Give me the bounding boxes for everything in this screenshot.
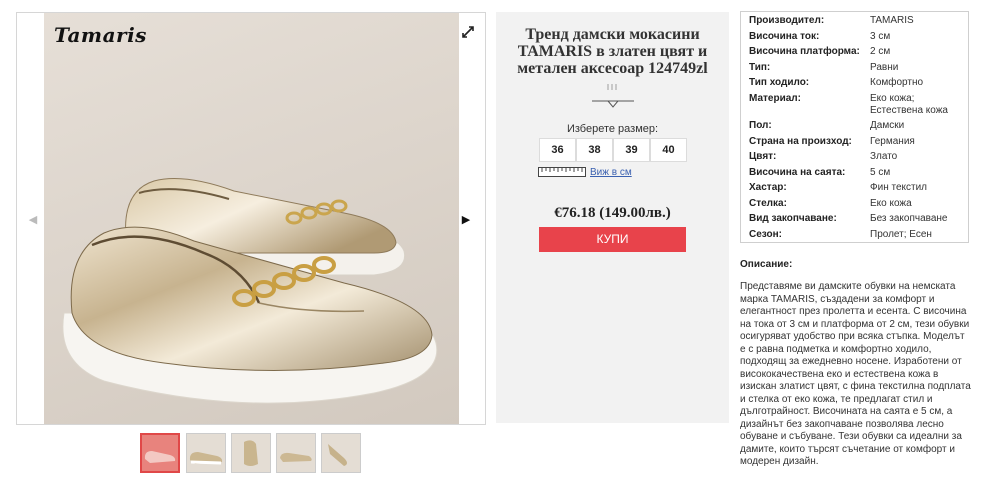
size-chart-link[interactable]: Виж в см <box>590 167 632 178</box>
spec-key: Хастар: <box>749 182 787 193</box>
spec-key: Страна на произход: <box>749 135 852 147</box>
arrow-right-icon[interactable]: ▶ <box>459 213 473 227</box>
spec-value: Германия <box>870 135 915 147</box>
thumbnail-4[interactable] <box>276 433 316 473</box>
brand-logo: Tamaris <box>54 23 147 47</box>
spec-value: Фин текстил <box>870 182 928 193</box>
spec-key: Производител: <box>749 15 825 26</box>
expand-icon[interactable] <box>461 25 475 39</box>
spec-key: Вид закопчаване: <box>749 213 837 224</box>
shoe-illustration <box>62 178 438 404</box>
product-panel: Тренд дамски мокасини TAMARIS в златен ц… <box>496 12 729 423</box>
size-select-label: Изберете размер: <box>566 123 659 135</box>
size-option-38[interactable]: 38 <box>576 138 613 162</box>
spec-key: Сезон: <box>749 228 782 240</box>
spec-value: Злато <box>870 151 898 162</box>
spec-value: 5 см <box>870 166 891 178</box>
spec-value: Еко кожа <box>870 197 912 209</box>
product-title: Тренд дамски мокасини TAMARIS в златен ц… <box>517 26 708 77</box>
spec-value: Пролет; Есен <box>870 228 932 240</box>
spec-key: Височина ток: <box>749 30 820 42</box>
spec-key: Тип: <box>749 61 771 73</box>
arrow-left-icon[interactable]: ◀ <box>26 213 40 227</box>
buy-button[interactable]: КУПИ <box>539 227 686 252</box>
description-title: Описание: <box>740 259 793 270</box>
spec-key: Тип ходило: <box>749 77 810 88</box>
thumbnail-3[interactable] <box>231 433 271 473</box>
spec-key: Материал: <box>749 92 801 104</box>
thumbnail-1[interactable] <box>140 433 180 473</box>
spec-key: Стелка: <box>749 197 787 209</box>
specs-table: Производител: TAMARIS Височина ток: 3 см… <box>740 11 969 243</box>
thumbnail-5[interactable] <box>321 433 361 473</box>
spec-value: Дамски <box>870 120 905 131</box>
size-option-40[interactable]: 40 <box>650 138 687 162</box>
thumbnail-2[interactable] <box>186 433 226 473</box>
product-price: €76.18 (149.00лв.) <box>554 205 671 221</box>
spec-key: Височина на саята: <box>749 166 846 178</box>
spec-key: Височина платформа: <box>749 46 860 57</box>
size-option-36[interactable]: 36 <box>539 138 576 162</box>
main-product-image[interactable]: Tamaris ◀ ▶ <box>16 12 486 425</box>
ruler-icon <box>538 167 586 177</box>
spec-key: Цвят: <box>749 151 777 162</box>
spec-value: 2 см <box>870 46 891 57</box>
spec-value: Равни <box>870 61 899 73</box>
spec-value: Без закопчаване <box>870 213 948 224</box>
spec-value: Еко кожа; Естествена кожа <box>870 92 948 116</box>
ornament-divider-icon <box>592 100 634 108</box>
dots-divider-icon <box>607 84 617 90</box>
spec-key: Пол: <box>749 120 772 131</box>
gold-loafer-photo: Tamaris <box>44 13 459 424</box>
description-text: Представяме ви дамските обувки на немска… <box>740 281 971 467</box>
size-option-39[interactable]: 39 <box>613 138 650 162</box>
spec-value: Комфортно <box>870 77 924 88</box>
spec-value: 3 см <box>870 30 891 42</box>
spec-value: TAMARIS <box>870 15 914 26</box>
